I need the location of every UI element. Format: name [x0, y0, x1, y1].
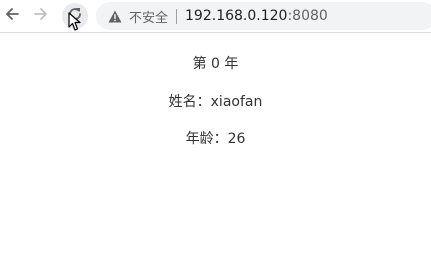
back-button[interactable] — [0, 4, 24, 28]
back-arrow-icon — [4, 6, 20, 26]
mouse-cursor-icon — [68, 12, 82, 36]
forward-arrow-icon — [33, 6, 49, 26]
age-value: 26 — [227, 131, 246, 147]
age-line: 年龄：26 — [0, 128, 431, 148]
url-text[interactable]: 192.168.0.120:8080 — [185, 8, 328, 24]
name-label: 姓名： — [168, 94, 211, 110]
browser-toolbar: 不安全 192.168.0.120:8080 — [0, 0, 431, 33]
warning-triangle-icon[interactable] — [108, 9, 122, 23]
url-port: :8080 — [287, 8, 328, 24]
forward-button[interactable] — [29, 4, 53, 28]
age-label: 年龄： — [185, 131, 228, 147]
security-label[interactable]: 不安全 — [129, 7, 168, 26]
separator — [176, 8, 178, 24]
url-host: 192.168.0.120 — [185, 8, 288, 24]
year-line: 第 0 年 — [192, 56, 239, 72]
name-line: 姓名：xiaofan — [0, 91, 431, 111]
name-value: xiaofan — [210, 94, 263, 110]
address-bar[interactable]: 不安全 192.168.0.120:8080 — [96, 2, 431, 30]
